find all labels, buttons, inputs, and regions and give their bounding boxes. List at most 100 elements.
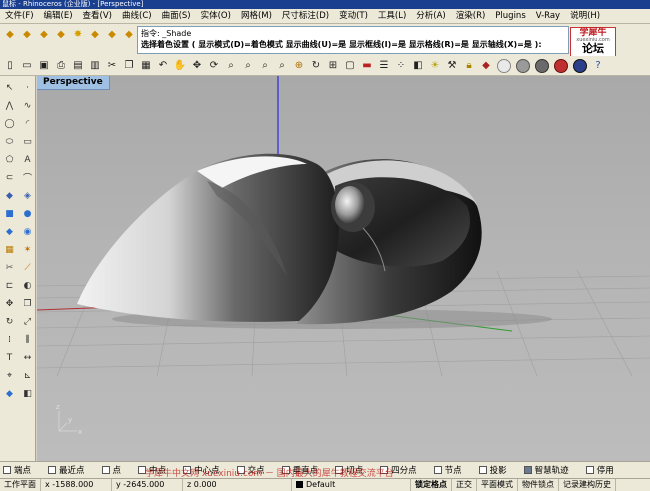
rotate-object-icon[interactable]: ↻: [1, 313, 18, 330]
osnap-int[interactable]: 交点: [236, 464, 265, 476]
solid-edit-icon[interactable]: ◆: [1, 223, 18, 240]
offset-curve-icon[interactable]: ⊂: [1, 169, 18, 186]
curve-icon[interactable]: ∿: [19, 97, 36, 114]
checkbox[interactable]: [281, 466, 290, 474]
checkbox[interactable]: [236, 466, 245, 474]
menu-file[interactable]: 文件(F): [0, 9, 39, 24]
menu-curve[interactable]: 曲线(C): [117, 9, 157, 24]
render-object-icon[interactable]: ◆: [1, 385, 18, 402]
star-icon[interactable]: ✸: [70, 26, 86, 42]
menu-solid[interactable]: 实体(O): [196, 9, 236, 24]
menu-dimension[interactable]: 尺寸标注(D): [277, 9, 334, 24]
shaded-sphere-icon[interactable]: [516, 58, 530, 73]
status-planar[interactable]: 平面模式: [477, 479, 518, 491]
array-icon[interactable]: ⁞: [1, 331, 18, 348]
menu-vray[interactable]: V-Ray: [531, 9, 565, 24]
status-osnap[interactable]: 物件锁点: [518, 479, 559, 491]
rectangle-icon[interactable]: ▭: [19, 133, 36, 150]
status-gridsnap[interactable]: 锁定格点: [411, 479, 452, 491]
menu-surface[interactable]: 曲面(S): [157, 9, 196, 24]
rotate-icon[interactable]: ↻: [308, 58, 324, 74]
checkbox[interactable]: [183, 466, 192, 474]
layer-object-icon[interactable]: ◧: [19, 385, 36, 402]
tag-icon[interactable]: ◆: [36, 26, 52, 42]
checkbox[interactable]: [433, 466, 442, 474]
move-icon[interactable]: ✥: [189, 58, 205, 74]
command-line[interactable]: 指令: _Shade 选择着色设置 ( 显示模式(D)=着色模式 显示曲线(U)…: [137, 26, 569, 54]
tool-icon[interactable]: ⚒: [444, 58, 460, 74]
tag-icon[interactable]: ◆: [121, 26, 137, 42]
properties-icon[interactable]: ☰: [376, 58, 392, 74]
tag-icon[interactable]: ◆: [19, 26, 35, 42]
fillet-curve-icon[interactable]: ⌒: [19, 169, 36, 186]
extrude-icon[interactable]: ◈: [19, 187, 36, 204]
menu-mesh[interactable]: 网格(M): [236, 9, 277, 24]
command-prompt[interactable]: 选择着色设置 ( 显示模式(D)=着色模式 显示曲线(U)=是 显示框线(I)=…: [141, 39, 565, 50]
pan-hand-icon[interactable]: ✋: [172, 58, 188, 74]
tag-icon[interactable]: ◆: [104, 26, 120, 42]
zoom-target-icon[interactable]: ⊕: [291, 58, 307, 74]
clipboard-icon[interactable]: ▥: [87, 58, 103, 74]
measure-icon[interactable]: ⊾: [19, 367, 36, 384]
checkbox[interactable]: [138, 466, 147, 474]
four-views-icon[interactable]: ⊞: [325, 58, 341, 74]
ellipse-icon[interactable]: ⬭: [1, 133, 18, 150]
layer-icon[interactable]: ◧: [410, 58, 426, 74]
split-icon[interactable]: ⟋: [19, 259, 36, 276]
wireframe-sphere-icon[interactable]: [497, 58, 511, 73]
save-icon[interactable]: ▣: [36, 58, 52, 74]
checkbox[interactable]: [101, 466, 110, 474]
tag-icon[interactable]: ◆: [87, 26, 103, 42]
menu-transform[interactable]: 变动(T): [334, 9, 373, 24]
dimension-icon[interactable]: T: [1, 349, 18, 366]
trim-icon[interactable]: ✂: [1, 259, 18, 276]
rotate-view-icon[interactable]: ⟳: [206, 58, 222, 74]
checkbox[interactable]: [478, 466, 487, 474]
zoom-extents-icon[interactable]: ⌕: [257, 58, 273, 74]
tag-icon[interactable]: ◆: [53, 26, 69, 42]
menu-edit[interactable]: 编辑(E): [39, 9, 78, 24]
boolean-icon[interactable]: ◉: [19, 223, 36, 240]
car-icon[interactable]: ▬: [359, 58, 375, 74]
camera-icon[interactable]: ▢: [342, 58, 358, 74]
osnap-knot[interactable]: 节点: [433, 464, 462, 476]
osnap-end[interactable]: 端点: [3, 464, 31, 476]
menu-analyze[interactable]: 分析(A): [411, 9, 450, 24]
menu-render[interactable]: 渲染(R): [451, 9, 491, 24]
render-sphere-icon[interactable]: [535, 58, 549, 73]
scale-icon[interactable]: ⤢: [19, 313, 36, 330]
material-icon[interactable]: ◆: [478, 58, 494, 74]
osnap-center[interactable]: 中心点: [183, 464, 220, 476]
copy-icon[interactable]: ❐: [121, 58, 137, 74]
new-icon[interactable]: ▯: [2, 58, 18, 74]
tag-icon[interactable]: ◆: [2, 26, 18, 42]
select-arrow-icon[interactable]: ↖: [1, 79, 18, 96]
point-icon[interactable]: ·: [19, 79, 36, 96]
mesh-icon[interactable]: ▦: [1, 241, 18, 258]
checkbox[interactable]: [523, 466, 532, 474]
surface-icon[interactable]: ◆: [1, 187, 18, 204]
point-icon[interactable]: ⁘: [393, 58, 409, 74]
menu-view[interactable]: 查看(V): [78, 9, 117, 24]
paste-icon[interactable]: ▦: [138, 58, 154, 74]
analyze-icon[interactable]: ⌖: [1, 367, 18, 384]
checkbox[interactable]: [585, 466, 594, 474]
status-layer[interactable]: Default: [292, 479, 411, 491]
perspective-viewport[interactable]: z y x Perspective: [37, 76, 650, 461]
osnap-perp[interactable]: 垂直点: [281, 464, 318, 476]
mirror-icon[interactable]: ⫼: [19, 331, 36, 348]
annotation-icon[interactable]: ↔: [19, 349, 36, 366]
undo-icon[interactable]: ↶: [155, 58, 171, 74]
print-icon[interactable]: ⎙: [53, 58, 69, 74]
open-icon[interactable]: ▭: [19, 58, 35, 74]
zoom-icon[interactable]: ⌕: [223, 58, 239, 74]
checkbox[interactable]: [48, 466, 57, 474]
help-icon[interactable]: ?: [590, 58, 606, 74]
menu-tools[interactable]: 工具(L): [373, 9, 411, 24]
menu-plugins[interactable]: Plugins: [490, 9, 530, 24]
osnap-disable[interactable]: 停用: [585, 464, 614, 476]
explode-icon[interactable]: ✶: [19, 241, 36, 258]
group-icon[interactable]: ◐: [19, 277, 36, 294]
osnap-near[interactable]: 最近点: [48, 464, 85, 476]
osnap-point[interactable]: 点: [101, 464, 121, 476]
